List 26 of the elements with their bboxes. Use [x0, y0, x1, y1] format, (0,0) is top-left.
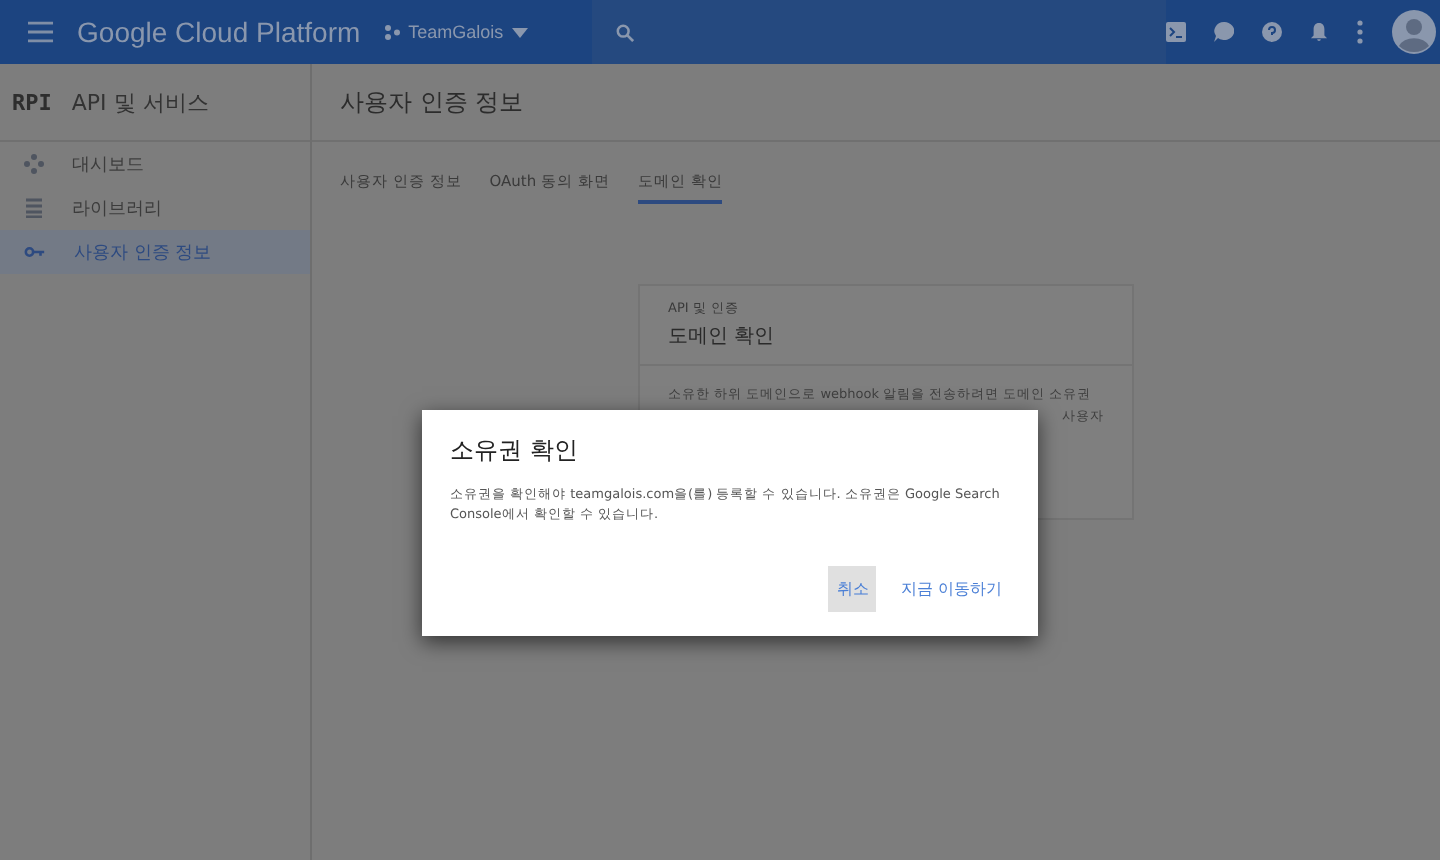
dialog-button[interactable]: 지금 이동하기	[892, 566, 1010, 612]
dots-icon	[24, 154, 44, 174]
sidebar-item[interactable]: 사용자 인증 정보	[0, 230, 310, 274]
more-icon[interactable]	[1356, 20, 1364, 44]
dots-icon	[384, 24, 401, 40]
project-selector[interactable]: TeamGalois	[384, 22, 528, 42]
caret-icon	[511, 27, 528, 37]
terminal-icon[interactable]	[1166, 22, 1186, 42]
dialog-title: 소유권 확인	[450, 434, 580, 468]
help-icon[interactable]	[1262, 22, 1282, 42]
feedback-icon[interactable]	[1214, 22, 1234, 42]
grid-icon	[24, 198, 44, 218]
dialog-button[interactable]: 취소	[828, 566, 877, 612]
search-field[interactable]	[591, 0, 1166, 64]
avatar-icon[interactable]	[1392, 10, 1436, 54]
api-logo: RPI	[12, 89, 52, 115]
sidebar-item[interactable]: 라이브러리	[0, 186, 310, 230]
card-title: 도메인 확인	[668, 324, 777, 350]
key-icon	[24, 246, 46, 258]
bell-icon[interactable]	[1310, 22, 1328, 42]
brand-title[interactable]: Google Cloud Platform	[77, 16, 361, 48]
menu-icon[interactable]	[28, 20, 54, 44]
section-title: API 및 서비스	[71, 87, 209, 117]
page-title: 사용자 인증 정보	[340, 85, 524, 119]
sidebar-item[interactable]: 대시보드	[0, 142, 310, 186]
search-icon	[615, 23, 634, 41]
